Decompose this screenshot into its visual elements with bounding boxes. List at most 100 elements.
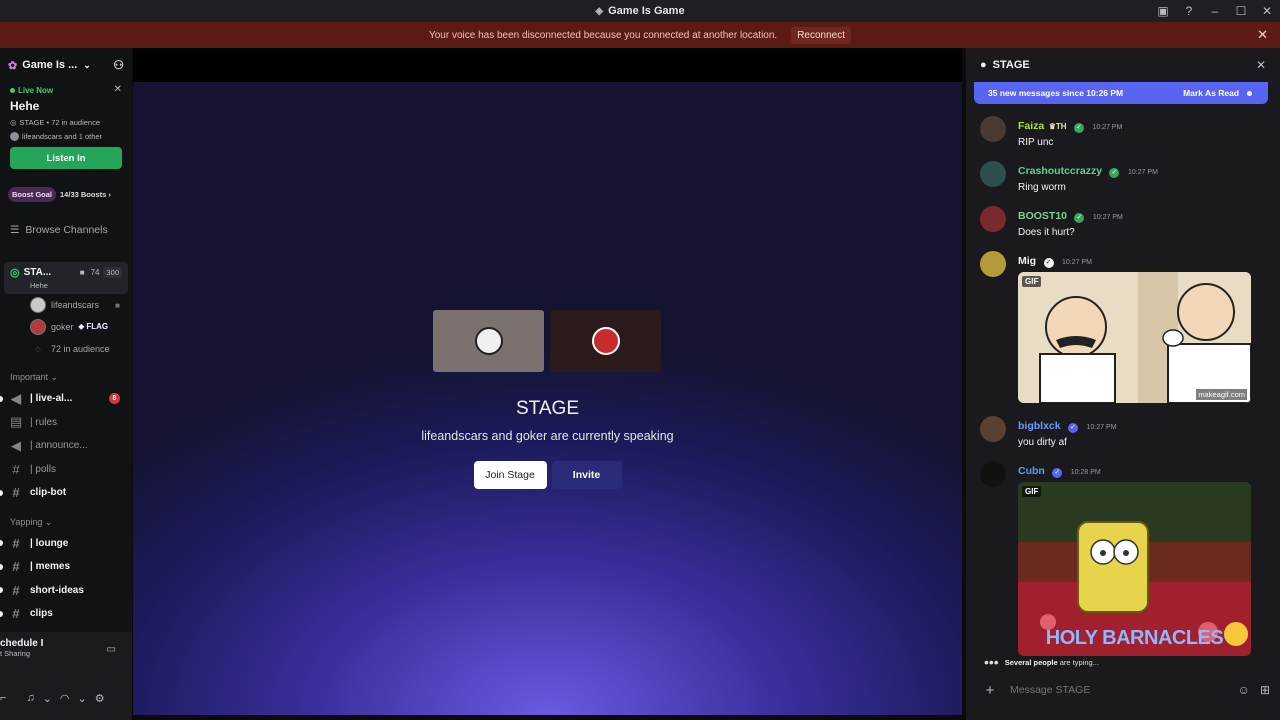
reconnect-button[interactable]: Reconnect	[791, 26, 852, 44]
message-author[interactable]: Faiza	[1018, 120, 1044, 132]
gif-embed[interactable]: GIF makeagif.com	[1018, 272, 1251, 403]
message-composer: + ☺ ⊞	[980, 676, 1270, 704]
discord-icon: ◈	[595, 5, 604, 17]
message-author[interactable]: bigblxck	[1018, 420, 1061, 432]
activity-status[interactable]: chedule I t Sharing ▭	[0, 632, 132, 672]
channel-announcements[interactable]: ◀ | announce...	[0, 434, 132, 458]
channel-live-alerts[interactable]: ◀ | live-al... 8	[0, 387, 132, 411]
mark-as-read-button[interactable]: Mark As Read	[1183, 88, 1239, 98]
avatar[interactable]	[980, 416, 1006, 442]
verified-icon: ✓	[1074, 123, 1085, 133]
member-row[interactable]: lifeandscars ■	[30, 294, 132, 316]
stage-topbar	[133, 48, 962, 82]
hash-icon: #	[12, 582, 20, 598]
stage-channel[interactable]: ◎ STA... ■ 74 300 Hehe	[4, 262, 128, 294]
browse-channels[interactable]: ☰ Browse Channels	[10, 224, 122, 236]
message-input[interactable]	[1010, 684, 1228, 696]
channel-polls[interactable]: # | polls	[0, 458, 132, 482]
member-tag: ⬥ FLAG	[78, 322, 109, 331]
add-member-icon[interactable]: ⚇	[113, 58, 124, 72]
message-author[interactable]: Crashoutccrazzy	[1018, 165, 1102, 177]
avatar	[474, 327, 503, 355]
avatar[interactable]	[980, 251, 1006, 277]
new-messages-text: 35 new messages since 10:26 PM	[988, 88, 1124, 98]
speaker-tile[interactable]	[433, 310, 544, 372]
stage-title: STAGE	[516, 398, 579, 419]
add-attachment-icon[interactable]: +	[980, 682, 1000, 699]
apps-icon[interactable]: ⊞	[1260, 683, 1270, 697]
server-name: Game Is ...	[22, 59, 78, 71]
channel-clips[interactable]: # clips	[0, 602, 132, 626]
live-now-badge: Live Now	[10, 86, 122, 95]
speaker-tile[interactable]	[550, 310, 661, 372]
message-author[interactable]: Mig	[1018, 255, 1036, 267]
server-header[interactable]: ✿ Game Is ... ⌄ ⚇	[0, 48, 132, 82]
close-window-button[interactable]: ✕	[1254, 4, 1280, 18]
chevron-down-icon[interactable]: ⌄	[43, 692, 52, 705]
verified-icon: ✓	[1068, 423, 1079, 433]
speaker-tiles	[433, 310, 661, 372]
channel-lounge[interactable]: # | lounge	[0, 532, 132, 556]
minimize-button[interactable]: –	[1202, 4, 1228, 18]
disconnect-banner: Your voice has been disconnected because…	[0, 22, 1280, 48]
stage-icon: ◎	[10, 118, 17, 127]
emoji-icon[interactable]: ☺	[1238, 683, 1250, 697]
message-time: 10:27 PM	[1092, 214, 1123, 221]
stage-channel-name: STA...	[23, 267, 52, 278]
megaphone-icon: ◀	[11, 390, 21, 406]
gif-label: GIF	[1022, 276, 1042, 287]
audience-row[interactable]: ◌ 72 in audience	[30, 338, 132, 360]
channel-short-ideas[interactable]: # short-ideas	[0, 579, 132, 603]
chat-bubble-icon: ●	[980, 59, 987, 71]
headphones-icon: ◌	[35, 344, 41, 354]
window-title: Game Is Game	[608, 5, 685, 17]
avatar[interactable]	[980, 206, 1006, 232]
listen-in-button[interactable]: Listen In	[10, 147, 122, 169]
close-icon[interactable]: ✕	[114, 84, 122, 95]
message-author[interactable]: Cubn	[1018, 465, 1045, 477]
help-icon[interactable]: ?	[1176, 4, 1202, 18]
list-icon: ☰	[10, 224, 20, 236]
window-titlebar: ◈ Game Is Game ▣ ? – ☐ ✕	[0, 0, 1280, 22]
avatar	[30, 319, 46, 335]
hash-icon: #	[12, 559, 20, 575]
boost-goal[interactable]: Boost Goal 14/33 Boosts ›	[8, 187, 124, 202]
avatar[interactable]	[980, 461, 1006, 487]
microphone-icon[interactable]: ♫	[26, 692, 34, 704]
chevron-down-icon[interactable]: ⌄	[78, 692, 87, 705]
channel-sidebar: ✿ Game Is ... ⌄ ⚇ Live Now ✕ Hehe ◎ STAGE…	[0, 48, 132, 720]
avatar	[30, 297, 46, 313]
channel-rules[interactable]: ▤ | rules	[0, 411, 132, 435]
avatar[interactable]	[980, 116, 1006, 142]
settings-gear-icon[interactable]: ⚙	[95, 692, 105, 705]
message-text: Does it hurt?	[1018, 227, 1075, 238]
message-author[interactable]: BOOST10	[1018, 210, 1067, 222]
screen-share-icon[interactable]: ▭	[107, 644, 116, 655]
invite-button[interactable]: Invite	[551, 461, 622, 489]
boost-goal-label: Boost Goal	[8, 187, 57, 202]
new-messages-bar[interactable]: 35 new messages since 10:26 PM Mark As R…	[974, 82, 1268, 104]
gif-embed[interactable]: GIF HOLY BARNACLES	[1018, 482, 1251, 656]
role-tag: ♛TH	[1048, 122, 1067, 131]
video-icon: ■	[79, 268, 85, 277]
avatar[interactable]	[980, 161, 1006, 187]
category-important[interactable]: Important ⌄	[10, 372, 122, 383]
message-text: Ring worm	[1018, 182, 1066, 193]
close-icon[interactable]: ✕	[1257, 27, 1268, 43]
live-title: Hehe	[10, 99, 40, 113]
category-yapping[interactable]: Yapping ⌄	[10, 517, 122, 528]
soundboard-icon[interactable]: ⌐	[0, 692, 6, 704]
close-icon[interactable]: ✕	[1256, 58, 1266, 72]
inbox-icon[interactable]: ▣	[1150, 4, 1176, 18]
user-panel: chedule I t Sharing ▭ ⌐ ♫ ⌄ ◠ ⌄ ⚙	[0, 632, 132, 720]
headphones-icon[interactable]: ◠	[60, 692, 70, 705]
chat-header: ● STAGE ✕	[966, 48, 1280, 82]
channel-memes[interactable]: # | memes	[0, 555, 132, 579]
join-stage-button[interactable]: Join Stage	[473, 461, 547, 489]
live-speakers: lifeandscars and 1 other	[10, 132, 122, 141]
stage-view: STAGE lifeandscars and goker are current…	[133, 48, 962, 715]
rules-icon: ▤	[10, 414, 23, 430]
maximize-button[interactable]: ☐	[1228, 4, 1254, 18]
member-row[interactable]: goker ⬥ FLAG	[30, 316, 132, 338]
channel-clip-bot[interactable]: # clip-bot	[0, 481, 132, 505]
